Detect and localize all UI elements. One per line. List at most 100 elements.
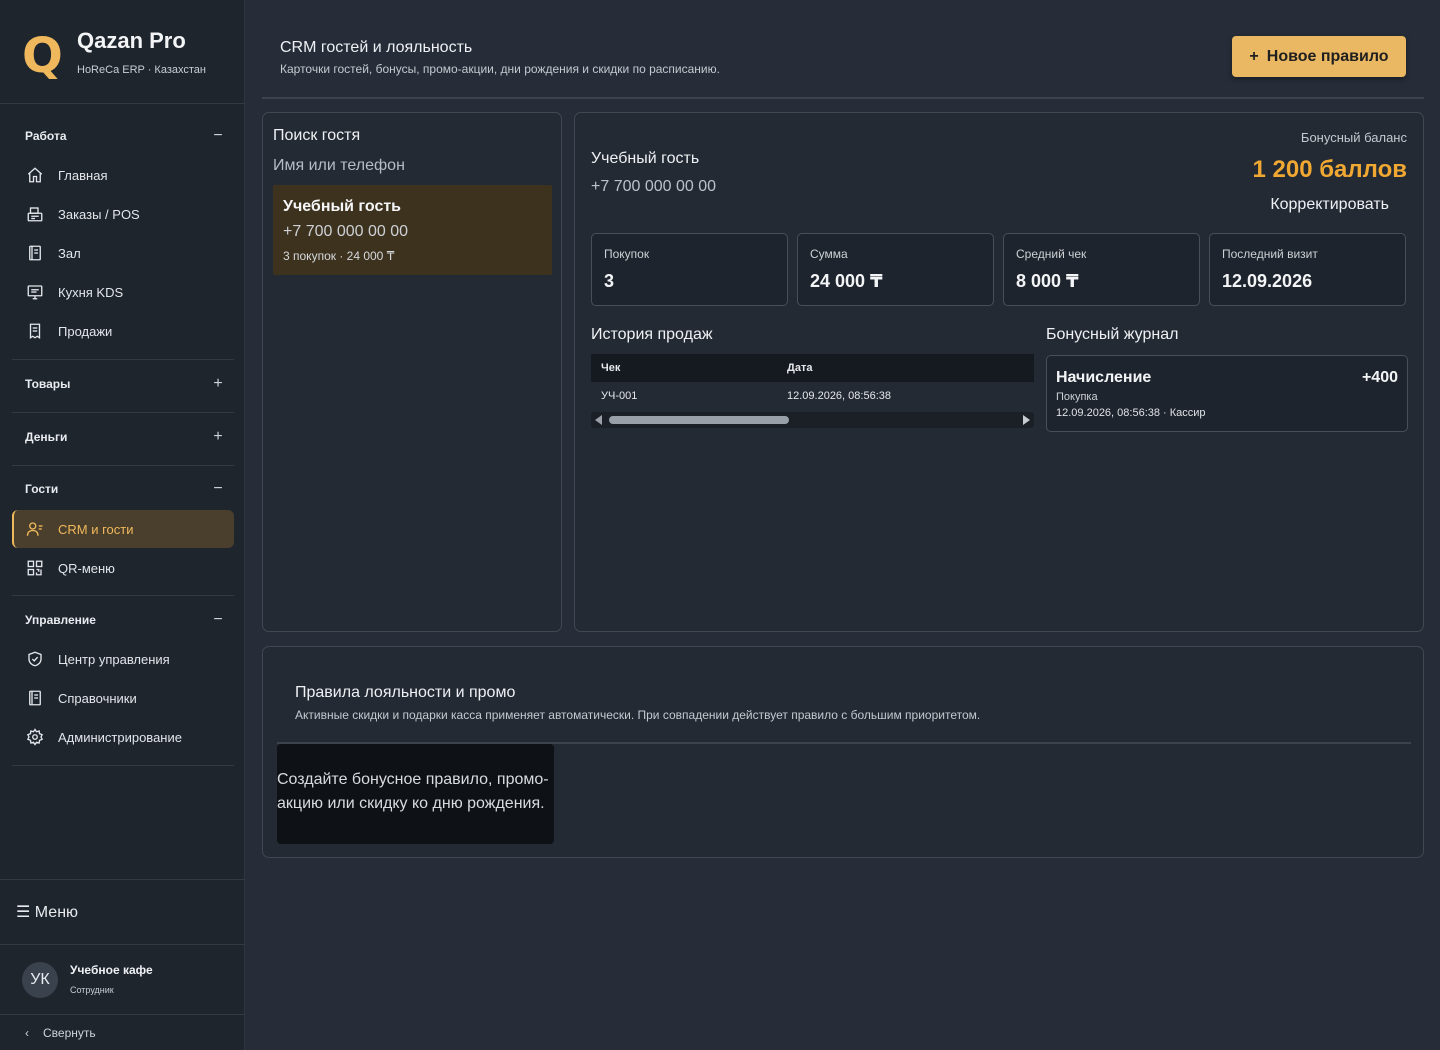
group-header-management[interactable]: Управление − — [25, 610, 225, 630]
search-input[interactable] — [273, 154, 553, 178]
page-title: CRM гостей и лояльность — [280, 39, 473, 56]
register-icon — [26, 205, 44, 223]
guest-result-card[interactable]: Учебный гость +7 700 000 00 00 3 покупок… — [273, 185, 552, 275]
group-header-products[interactable]: Товары + — [25, 374, 225, 394]
cell-date: 12.09.2026, 08:56:38 — [787, 390, 891, 402]
loyalty-rules-panel: Правила лояльности и промо Активные скид… — [262, 646, 1424, 858]
book-icon — [26, 244, 44, 262]
receipt-icon — [26, 322, 44, 340]
bonus-balance-value: 1 200 баллов — [1252, 156, 1408, 183]
sidebar-item-crm[interactable]: CRM и гости — [12, 510, 234, 548]
sidebar-item-orders[interactable]: Заказы / POS — [12, 195, 234, 233]
sidebar-divider — [0, 944, 245, 945]
journal-entry-meta: 12.09.2026, 08:56:38 · Кассир — [1056, 407, 1206, 419]
sidebar-item-home[interactable]: Главная — [12, 156, 234, 194]
sidebar-item-label: CRM и гости — [58, 521, 134, 537]
group-label: Товары — [25, 377, 71, 391]
sidebar-item-label: QR-меню — [58, 560, 115, 576]
sidebar-item-hall[interactable]: Зал — [12, 234, 234, 272]
guest-search-panel: Поиск гостя Учебный гость +7 700 000 00 … — [262, 112, 562, 632]
adjust-balance-button[interactable]: Корректировать — [1270, 196, 1389, 214]
sales-history-title: История продаж — [591, 326, 713, 343]
bonus-journal-title: Бонусный журнал — [1046, 326, 1179, 343]
group-header-money[interactable]: Деньги + — [25, 427, 225, 447]
avatar: УК — [22, 962, 58, 998]
guest-result-name: Учебный гость — [283, 198, 402, 215]
sidebar-divider — [12, 359, 234, 360]
table-row[interactable]: УЧ-001 12.09.2026, 08:56:38 — [591, 382, 1034, 412]
group-label: Деньги — [25, 430, 68, 444]
journal-entry-title: Начисление — [1056, 369, 1152, 386]
rules-title: Правила лояльности и промо — [295, 684, 516, 701]
table-header: Чек Дата — [591, 354, 1034, 382]
group-header-work[interactable]: Работа − — [25, 126, 225, 146]
sidebar-item-label: Продажи — [58, 323, 113, 339]
scrollbar-thumb[interactable] — [609, 416, 789, 424]
page-subtitle: Карточки гостей, бонусы, промо-акции, дн… — [280, 62, 720, 76]
new-rule-button[interactable]: + Новое правило — [1232, 36, 1406, 77]
menu-button[interactable]: ☰ Меню — [16, 902, 78, 922]
guest-name: Учебный гость — [591, 150, 700, 167]
cell-check: УЧ-001 — [601, 390, 638, 402]
sidebar-item-label: Центр управления — [58, 651, 170, 667]
horizontal-scrollbar[interactable] — [591, 412, 1034, 428]
sidebar-item-label: Главная — [58, 167, 108, 183]
stat-card-average-check: Средний чек 8 000 ₸ — [1003, 233, 1200, 306]
sidebar-item-label: Заказы / POS — [58, 206, 140, 222]
collapse-toggle-icon: − — [213, 127, 223, 144]
stat-value: 12.09.2026 — [1222, 271, 1313, 291]
rules-empty-state: Создайте бонусное правило, промо-акцию и… — [277, 744, 554, 844]
group-header-guests[interactable]: Гости − — [25, 479, 225, 499]
sidebar-divider — [0, 879, 245, 880]
sidebar-divider — [12, 412, 234, 413]
sidebar-item-label: Кухня KDS — [58, 284, 124, 300]
rules-empty-text: Создайте бонусное правило, промо-акцию и… — [277, 771, 549, 812]
scroll-right-arrow-icon[interactable] — [1023, 415, 1030, 425]
monitor-icon — [26, 283, 44, 301]
sidebar-item-control-center[interactable]: Центр управления — [12, 640, 234, 678]
sidebar-item-kitchen[interactable]: Кухня KDS — [12, 273, 234, 311]
bonus-journal-entry: Начисление +400 Покупка 12.09.2026, 08:5… — [1046, 355, 1408, 432]
qr-code-icon — [26, 559, 44, 577]
guest-detail-panel: Учебный гость +7 700 000 00 00 Бонусный … — [574, 112, 1424, 632]
brand-logo: Q — [22, 28, 63, 84]
user-profile[interactable]: УК Учебное кафе Сотрудник — [22, 962, 222, 998]
sidebar: Q Qazan Pro HoReCa ERP · Казахстан Работ… — [0, 0, 245, 1050]
chevron-left-icon: ‹ — [25, 1026, 29, 1040]
sidebar-item-qr[interactable]: QR-меню — [12, 549, 234, 587]
sidebar-item-admin[interactable]: Администрирование — [12, 718, 234, 756]
guest-phone: +7 700 000 00 00 — [591, 178, 717, 195]
sidebar-item-references[interactable]: Справочники — [12, 679, 234, 717]
sidebar-item-sales[interactable]: Продажи — [12, 312, 234, 350]
brand-subtitle: HoReCa ERP · Казахстан — [77, 64, 206, 76]
sidebar-item-label: Администрирование — [58, 729, 182, 745]
header-divider — [262, 97, 1424, 99]
group-label: Гости — [25, 482, 59, 496]
plus-icon: + — [1249, 47, 1259, 65]
home-icon — [26, 166, 44, 184]
users-icon — [26, 520, 44, 538]
user-name: Учебное кафе — [70, 963, 153, 977]
sidebar-divider — [12, 765, 234, 766]
sidebar-divider — [0, 1014, 245, 1015]
collapse-label: Свернуть — [43, 1026, 96, 1040]
rules-subtitle: Активные скидки и подарки касса применяе… — [295, 708, 981, 722]
scroll-left-arrow-icon[interactable] — [595, 415, 602, 425]
collapse-toggle-icon: − — [213, 611, 223, 628]
bonus-balance-label: Бонусный баланс — [1300, 130, 1407, 145]
sales-history-table: Чек Дата УЧ-001 12.09.2026, 08:56:38 — [591, 354, 1034, 412]
column-header-check: Чек — [601, 362, 621, 374]
expand-toggle-icon: + — [213, 375, 223, 392]
new-rule-label: Новое правило — [1266, 47, 1389, 65]
stat-label: Средний чек — [1016, 247, 1087, 261]
group-label: Управление — [25, 613, 96, 627]
collapse-sidebar-button[interactable]: ‹ Свернуть — [25, 1026, 96, 1040]
stat-card-last-visit: Последний визит 12.09.2026 — [1209, 233, 1406, 306]
stat-label: Последний визит — [1222, 247, 1318, 261]
stat-value: 3 — [604, 271, 615, 291]
stat-value: 24 000 ₸ — [810, 271, 883, 291]
sidebar-divider — [0, 103, 245, 104]
search-title: Поиск гостя — [273, 127, 361, 144]
sidebar-item-label: Зал — [58, 245, 81, 261]
shield-check-icon — [26, 650, 44, 668]
